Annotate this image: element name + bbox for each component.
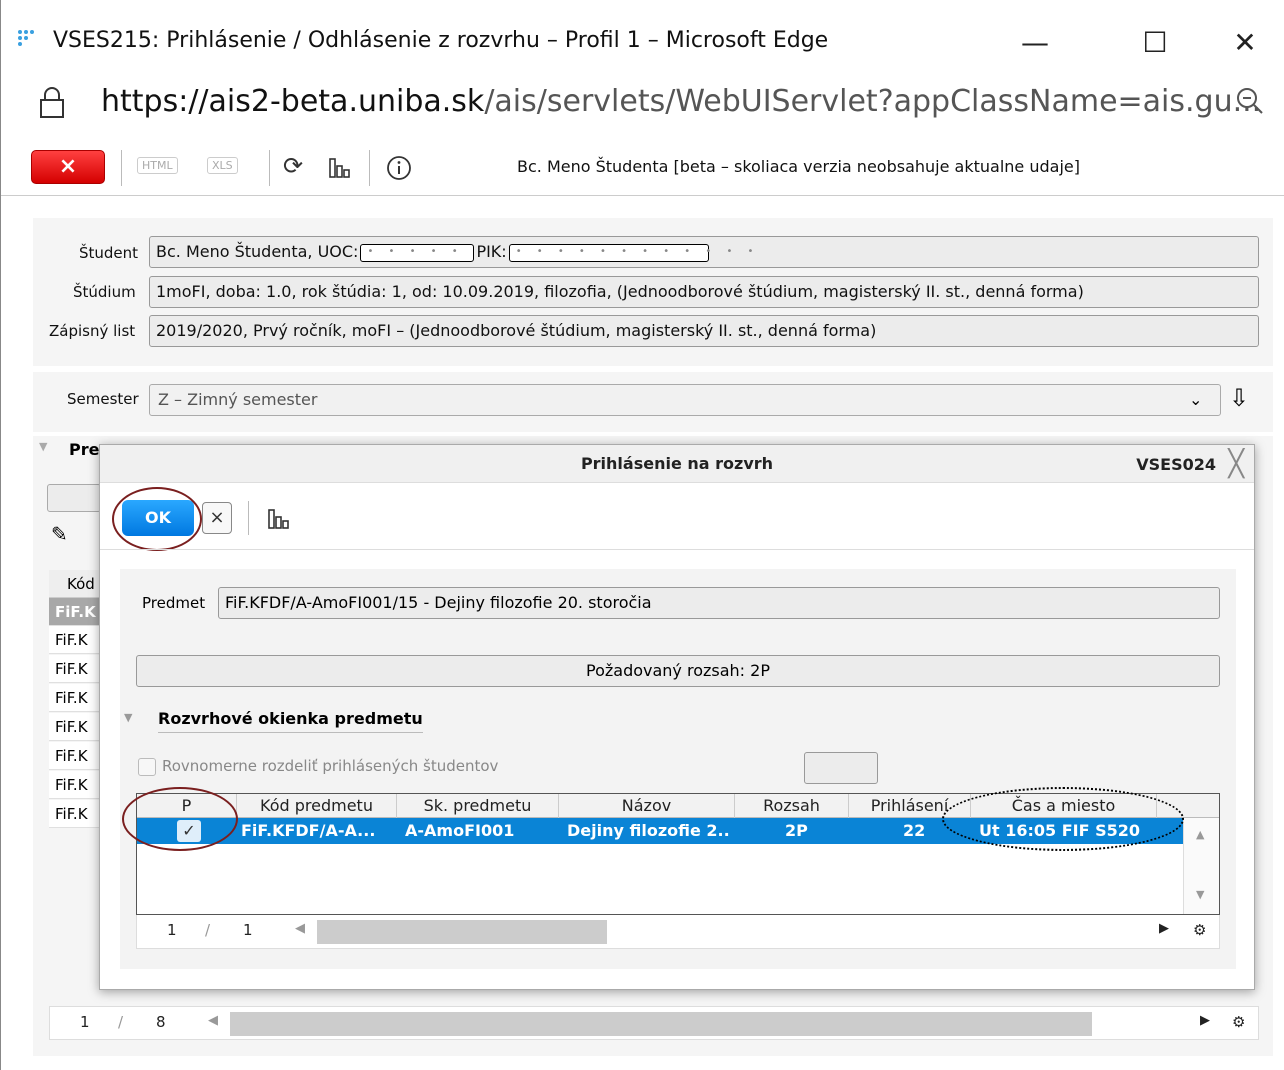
pager-separator: / (205, 921, 211, 939)
studium-label: Štúdium (73, 283, 136, 301)
zapis-label: Zápisný list (49, 322, 136, 340)
org-chart-icon[interactable] (266, 507, 290, 531)
cell-kod: FiF.KFDF/A-A... (241, 821, 376, 840)
org-chart-icon[interactable] (327, 156, 351, 180)
student-name: Bc. Meno Študenta, UOC: (156, 242, 359, 261)
address-bar[interactable]: https://ais2-beta.uniba.sk/ais/servlets/… (101, 84, 1261, 119)
scroll-down-icon[interactable]: ▼ (1196, 888, 1204, 901)
predmet-field: FiF.KFDF/A-AmoFI001/15 - Dejiny filozofi… (218, 587, 1220, 619)
title-bar: VSES215: Prihlásenie / Odhlásenie z rozv… (1, 0, 1284, 76)
settings-gear-icon[interactable]: ⚙ (1232, 1013, 1245, 1031)
info-icon[interactable] (385, 154, 413, 182)
highlight-circle (112, 487, 202, 551)
scroll-left-icon[interactable]: ◀ (208, 1013, 218, 1028)
dialog-pager: 1 / 1 ◀ ▶ ⚙ (136, 915, 1220, 949)
schedule-dialog: Prihlásenie na rozvrh VSES024 ╳ OK × Pre… (99, 444, 1255, 990)
pik-mask: • • • • • • • • • • • • (508, 243, 753, 262)
zoom-out-icon[interactable] (1235, 86, 1265, 116)
background-row[interactable]: FiF.K (49, 598, 101, 626)
pager-current: 1 (80, 1013, 90, 1031)
column-header-rozsah[interactable]: Rozsah (735, 794, 849, 818)
background-row[interactable]: FiF.K (49, 626, 101, 654)
studium-field: 1moFI, doba: 1.0, rok štúdia: 1, od: 10.… (149, 276, 1259, 308)
dialog-code: VSES024 (1136, 455, 1216, 474)
chevron-down-icon[interactable]: ⌄ (1189, 390, 1202, 409)
pager-current: 1 (167, 921, 177, 939)
close-app-button[interactable]: × (31, 150, 105, 184)
background-row[interactable]: FiF.K (49, 684, 101, 712)
empty-action-button[interactable] (804, 752, 878, 784)
cell-prihlaseni: 22 (903, 821, 926, 840)
collapse-triangle-icon[interactable]: ▼ (124, 711, 132, 724)
dialog-close-icon[interactable]: ╳ (1228, 449, 1244, 479)
dialog-toolbar-separator (248, 501, 249, 535)
vertical-scrollbar[interactable]: ▲ ▼ (1183, 818, 1219, 914)
cell-sk: A-AmoFI001 (405, 821, 515, 840)
horizontal-scrollbar[interactable] (230, 1012, 1092, 1036)
pager-separator: / (118, 1013, 124, 1031)
pencil-icon[interactable]: ✎ (51, 522, 68, 546)
scroll-left-icon[interactable]: ◀ (295, 921, 305, 936)
user-info-line: Bc. Meno Študenta [beta – skoliaca verzi… (517, 157, 1080, 176)
background-row[interactable]: FiF.K (49, 713, 101, 741)
pager-total: 1 (243, 921, 253, 939)
scroll-right-icon[interactable]: ▶ (1159, 921, 1169, 936)
semester-select[interactable]: Z – Zimný semester (149, 384, 1221, 416)
column-header-kod[interactable]: Kód predmetu (237, 794, 397, 818)
download-arrow-icon[interactable]: ⇩ (1229, 384, 1249, 412)
cell-rozsah: 2P (785, 821, 808, 840)
horizontal-scrollbar[interactable] (317, 920, 607, 944)
highlight-circle (122, 787, 238, 851)
background-row[interactable]: FiF.K (49, 655, 101, 683)
background-row[interactable]: FiF.K (49, 771, 101, 799)
refresh-icon[interactable]: ⟳ (283, 152, 303, 180)
background-kod-header: Kód (49, 570, 101, 598)
distribute-checkbox-label: Rovnomerne rozdeliť prihlásených študent… (162, 757, 499, 775)
scroll-up-icon[interactable]: ▲ (1196, 828, 1204, 841)
window-title: VSES215: Prihlásenie / Odhlásenie z rozv… (53, 28, 829, 53)
cell-nazov: Dejiny filozofie 2... (567, 821, 731, 840)
student-label: Študent (79, 244, 139, 262)
pik-label: PIK: (476, 242, 507, 261)
section-title: Rozvrhové okienka predmetu (158, 709, 423, 733)
student-field: Bc. Meno Študenta, UOC: • • • • • PIK: • • … (149, 236, 1259, 268)
rozsah-field: Požadovaný rozsah: 2P (136, 655, 1220, 687)
background-row[interactable]: FiF.K (49, 800, 101, 828)
collapse-triangle-icon[interactable]: ▼ (39, 440, 47, 453)
toolbar-separator (269, 150, 270, 186)
browser-window: VSES215: Prihlásenie / Odhlásenie z rozv… (0, 0, 1284, 1070)
dialog-divider (100, 549, 1254, 550)
dialog-title: Prihlásenie na rozvrh (580, 454, 774, 473)
minimize-button[interactable]: — (1005, 14, 1065, 70)
background-section-title: Pre (69, 440, 100, 459)
column-header-nazov[interactable]: Názov (559, 794, 735, 818)
background-pager: 1 / 8 ◀ ▶ ⚙ (49, 1006, 1259, 1040)
lock-icon (40, 87, 64, 118)
export-xls-button[interactable]: XLS (207, 157, 238, 174)
url-host: https://ais2-beta.uniba.sk (101, 84, 485, 119)
distribute-checkbox-row[interactable]: Rovnomerne rozdeliť prihlásených študent… (138, 757, 498, 776)
background-row[interactable]: FiF.K (49, 742, 101, 770)
uoc-mask: • • • • • (360, 243, 475, 262)
export-html-button[interactable]: HTML (137, 157, 178, 174)
cancel-button[interactable]: × (202, 502, 232, 534)
scroll-right-icon[interactable]: ▶ (1200, 1013, 1210, 1028)
app-icon (18, 30, 34, 46)
dialog-header: Prihlásenie na rozvrh VSES024 ╳ (100, 445, 1254, 483)
column-header-sk[interactable]: Sk. predmetu (397, 794, 559, 818)
pager-total: 8 (156, 1013, 166, 1031)
close-window-button[interactable]: ✕ (1215, 14, 1275, 70)
background-filter-box[interactable] (47, 484, 101, 512)
zapis-field: 2019/2020, Prvý ročník, moFI – (Jednoodb… (149, 315, 1259, 347)
toolbar-separator (369, 150, 370, 186)
toolbar-separator (121, 150, 122, 186)
maximize-button[interactable]: ☐ (1125, 14, 1185, 70)
url-path: /ais/servlets/WebUIServlet?appClassName=… (484, 84, 1262, 119)
highlight-ellipse-dotted (942, 787, 1184, 851)
settings-gear-icon[interactable]: ⚙ (1193, 921, 1206, 939)
distribute-checkbox[interactable] (138, 757, 156, 776)
predmet-label: Predmet (142, 594, 206, 612)
semester-label: Semester (67, 390, 139, 408)
